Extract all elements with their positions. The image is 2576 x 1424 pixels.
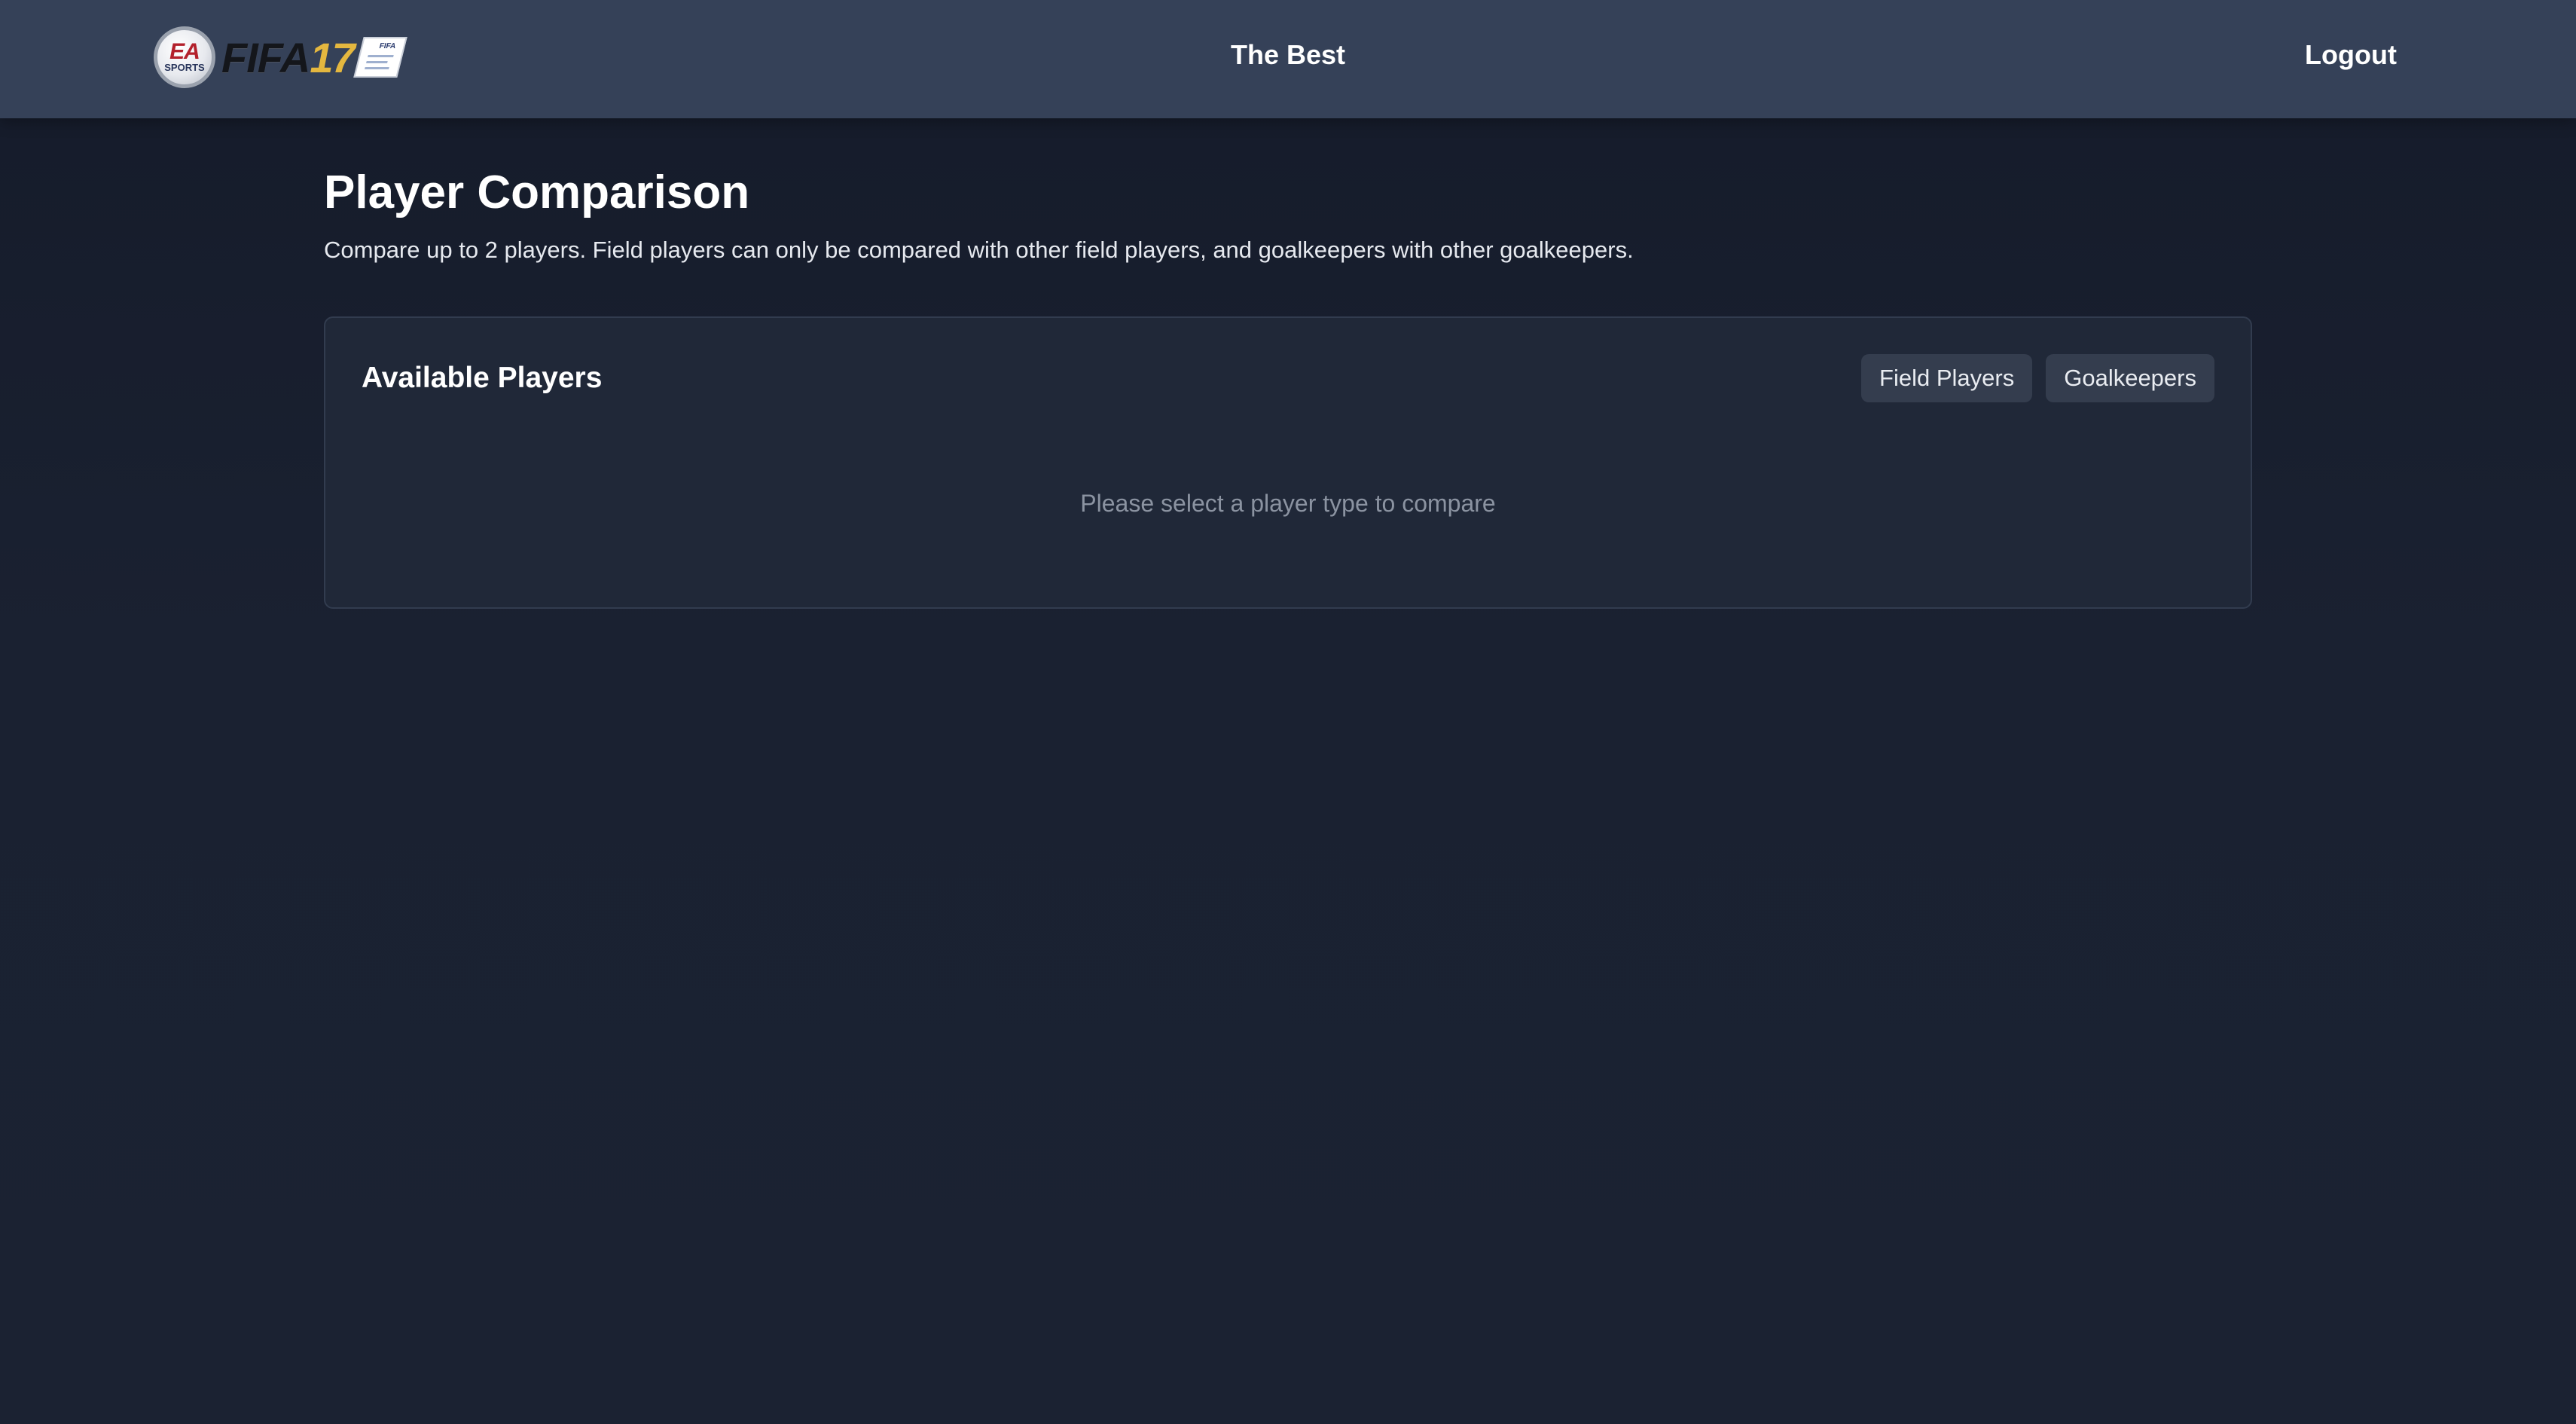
flag-line	[365, 61, 388, 63]
fifa-logo-number: 17	[310, 33, 355, 81]
sports-badge-text: SPORTS	[164, 62, 205, 73]
available-players-title: Available Players	[362, 362, 603, 394]
flag-line	[367, 55, 394, 57]
nav-center-title[interactable]: The Best	[1130, 39, 1446, 71]
logout-button[interactable]: Logout	[2305, 39, 2397, 71]
fifa17-logo[interactable]: EA SPORTS FIFA 17 FIFA	[154, 26, 407, 89]
goalkeepers-button[interactable]: Goalkeepers	[2046, 354, 2214, 402]
field-players-button[interactable]: Field Players	[1861, 354, 2033, 402]
page-description: Compare up to 2 players. Field players c…	[324, 237, 1634, 263]
available-players-card: Available Players Field Players Goalkeep…	[324, 316, 2252, 609]
top-nav-bar: EA SPORTS FIFA 17 FIFA The Best Logout	[0, 0, 2576, 118]
flag-line	[364, 67, 389, 69]
fifa-logo-text: FIFA	[221, 33, 310, 81]
page-title: Player Comparison	[324, 167, 750, 218]
empty-state-message: Please select a player type to compare	[1080, 490, 1496, 517]
ea-sports-badge-icon: EA SPORTS	[154, 26, 215, 88]
player-type-filter-group: Field Players Goalkeepers	[1861, 354, 2214, 402]
fifa-flag-label: FIFA	[377, 42, 397, 50]
ea-badge-text: EA	[169, 39, 200, 64]
fifa-flag-icon: FIFA	[353, 37, 407, 78]
